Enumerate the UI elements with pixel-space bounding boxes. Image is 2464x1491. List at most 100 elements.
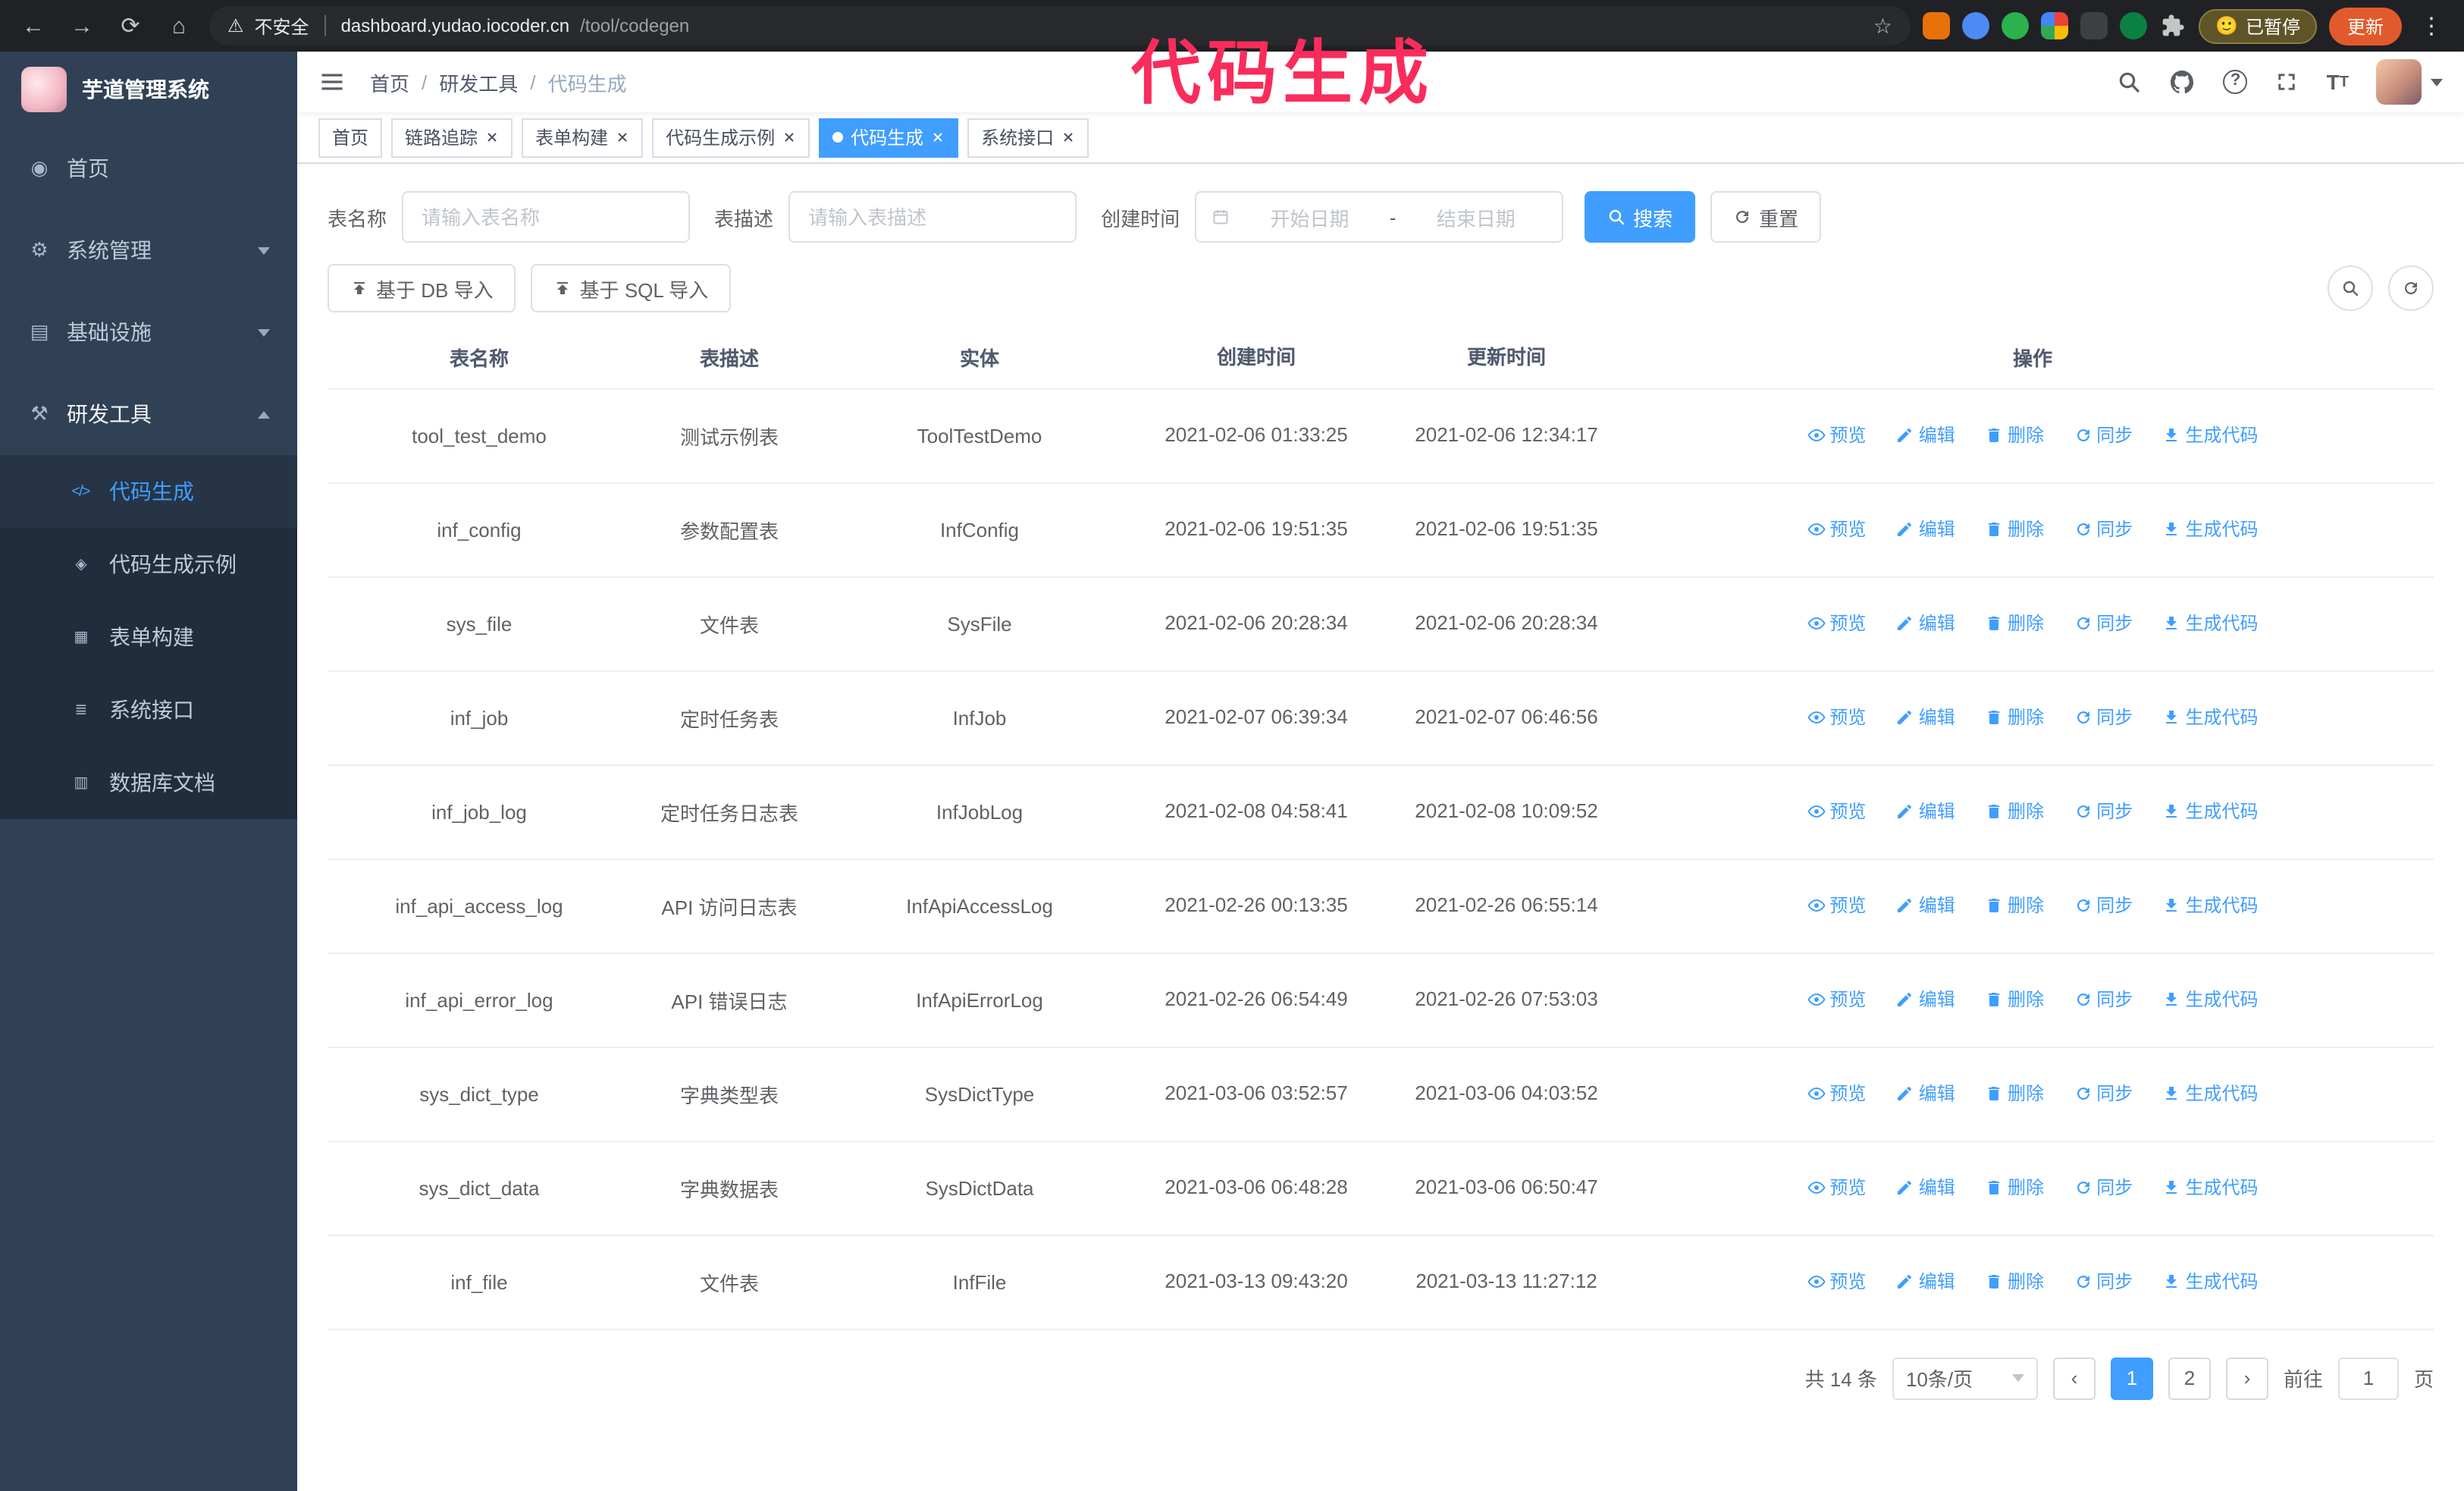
extensions-puzzle-icon[interactable]: [2159, 12, 2187, 39]
extension-icon[interactable]: [2041, 12, 2069, 39]
delete-link[interactable]: 删除: [1985, 987, 2044, 1012]
search-icon[interactable]: [2118, 70, 2142, 94]
close-icon[interactable]: [485, 130, 499, 144]
preview-link[interactable]: 预览: [1807, 516, 1866, 542]
sidebar-item-system-management[interactable]: ⚙ 系统管理: [0, 209, 297, 291]
close-icon[interactable]: [1061, 130, 1075, 144]
search-button[interactable]: 搜索: [1585, 191, 1696, 243]
delete-link[interactable]: 删除: [1985, 516, 2044, 542]
tab-system-api[interactable]: 系统接口: [967, 118, 1089, 157]
page-button-2[interactable]: 2: [2168, 1357, 2211, 1399]
breadcrumb-home[interactable]: 首页: [370, 67, 409, 96]
extension-icon[interactable]: [1923, 12, 1951, 39]
import-db-button[interactable]: 基于 DB 导入: [328, 264, 516, 312]
generate-code-link[interactable]: 生成代码: [2163, 611, 2259, 636]
close-icon[interactable]: [931, 130, 945, 144]
edit-link[interactable]: 编辑: [1896, 1081, 1955, 1106]
tab-codegen[interactable]: 代码生成: [819, 118, 959, 157]
sync-link[interactable]: 同步: [2074, 422, 2133, 448]
sidebar-item-system-api[interactable]: ≣ 系统接口: [0, 673, 297, 746]
sidebar-item-home[interactable]: ◉ 首页: [0, 127, 297, 209]
breadcrumb-dev-tools[interactable]: 研发工具: [439, 67, 518, 96]
close-icon[interactable]: [616, 130, 629, 144]
tab-form-builder[interactable]: 表单构建: [522, 118, 644, 157]
browser-back-icon[interactable]: ←: [15, 8, 52, 44]
sync-link[interactable]: 同步: [2074, 799, 2133, 824]
tab-codegen-example[interactable]: 代码生成示例: [652, 118, 810, 157]
close-icon[interactable]: [782, 130, 796, 144]
toggle-search-button[interactable]: [2328, 265, 2373, 311]
sidebar-item-db-doc[interactable]: ▥ 数据库文档: [0, 746, 297, 819]
paused-badge[interactable]: 🙂 已暂停: [2199, 8, 2317, 43]
sync-link[interactable]: 同步: [2074, 987, 2133, 1012]
edit-link[interactable]: 编辑: [1896, 611, 1955, 636]
reset-button[interactable]: 重置: [1710, 191, 1822, 243]
tab-trace[interactable]: 链路追踪: [391, 118, 513, 157]
edit-link[interactable]: 编辑: [1896, 893, 1955, 918]
generate-code-link[interactable]: 生成代码: [2163, 1175, 2259, 1201]
fullscreen-icon[interactable]: [2275, 70, 2299, 94]
page-size-select[interactable]: 10条/页: [1892, 1357, 2038, 1399]
edit-link[interactable]: 编辑: [1896, 1269, 1955, 1295]
sidebar-item-infrastructure[interactable]: ▤ 基础设施: [0, 291, 297, 373]
browser-reload-icon[interactable]: ⟳: [112, 8, 149, 44]
generate-code-link[interactable]: 生成代码: [2163, 987, 2259, 1012]
preview-link[interactable]: 预览: [1807, 1175, 1866, 1201]
sidebar-item-codegen[interactable]: </> 代码生成: [0, 455, 297, 528]
preview-link[interactable]: 预览: [1807, 799, 1866, 824]
sync-link[interactable]: 同步: [2074, 705, 2133, 730]
generate-code-link[interactable]: 生成代码: [2163, 705, 2259, 730]
table-desc-input[interactable]: [788, 191, 1077, 243]
tab-home[interactable]: 首页: [318, 118, 383, 157]
generate-code-link[interactable]: 生成代码: [2163, 799, 2259, 824]
delete-link[interactable]: 删除: [1985, 893, 2044, 918]
preview-link[interactable]: 预览: [1807, 987, 1866, 1012]
sidebar-item-codegen-example[interactable]: ◈ 代码生成示例: [0, 528, 297, 601]
generate-code-link[interactable]: 生成代码: [2163, 893, 2259, 918]
extension-icon[interactable]: [1962, 12, 1990, 39]
import-sql-button[interactable]: 基于 SQL 导入: [531, 264, 732, 312]
edit-link[interactable]: 编辑: [1896, 987, 1955, 1012]
preview-link[interactable]: 预览: [1807, 893, 1866, 918]
github-icon[interactable]: [2169, 68, 2196, 96]
page-button-1[interactable]: 1: [2110, 1357, 2153, 1399]
user-menu[interactable]: [2376, 59, 2443, 105]
sidebar-item-dev-tools[interactable]: ⚒ 研发工具: [0, 373, 297, 455]
edit-link[interactable]: 编辑: [1896, 1175, 1955, 1201]
extension-icon[interactable]: [2120, 12, 2148, 39]
next-page-button[interactable]: ›: [2225, 1357, 2268, 1399]
generate-code-link[interactable]: 生成代码: [2163, 1081, 2259, 1106]
date-range-picker[interactable]: 开始日期 - 结束日期: [1195, 191, 1564, 243]
delete-link[interactable]: 删除: [1985, 1081, 2044, 1106]
preview-link[interactable]: 预览: [1807, 422, 1866, 448]
generate-code-link[interactable]: 生成代码: [2163, 516, 2259, 542]
refresh-table-button[interactable]: [2388, 265, 2434, 311]
help-icon[interactable]: ?: [2223, 70, 2248, 94]
preview-link[interactable]: 预览: [1807, 705, 1866, 730]
edit-link[interactable]: 编辑: [1896, 705, 1955, 730]
preview-link[interactable]: 预览: [1807, 1269, 1866, 1295]
sync-link[interactable]: 同步: [2074, 1081, 2133, 1106]
address-bar[interactable]: ⚠ 不安全 dashboard.yudao.iocoder.cn/tool/co…: [209, 6, 1911, 46]
delete-link[interactable]: 删除: [1985, 705, 2044, 730]
delete-link[interactable]: 删除: [1985, 422, 2044, 448]
sync-link[interactable]: 同步: [2074, 893, 2133, 918]
delete-link[interactable]: 删除: [1985, 1269, 2044, 1295]
delete-link[interactable]: 删除: [1985, 799, 2044, 824]
preview-link[interactable]: 预览: [1807, 1081, 1866, 1106]
browser-forward-icon[interactable]: →: [64, 8, 100, 44]
generate-code-link[interactable]: 生成代码: [2163, 422, 2259, 448]
edit-link[interactable]: 编辑: [1896, 799, 1955, 824]
sync-link[interactable]: 同步: [2074, 1175, 2133, 1201]
hamburger-icon[interactable]: [318, 68, 346, 96]
sync-link[interactable]: 同步: [2074, 516, 2133, 542]
extension-icon[interactable]: [2080, 12, 2108, 39]
browser-menu-icon[interactable]: ⋮: [2414, 12, 2449, 39]
sync-link[interactable]: 同步: [2074, 1269, 2133, 1295]
edit-link[interactable]: 编辑: [1896, 516, 1955, 542]
font-size-icon[interactable]: TT: [2327, 70, 2349, 94]
delete-link[interactable]: 删除: [1985, 611, 2044, 636]
sidebar-item-form-builder[interactable]: ▦ 表单构建: [0, 601, 297, 673]
prev-page-button[interactable]: ‹: [2052, 1357, 2096, 1399]
browser-update-button[interactable]: 更新: [2328, 7, 2402, 45]
